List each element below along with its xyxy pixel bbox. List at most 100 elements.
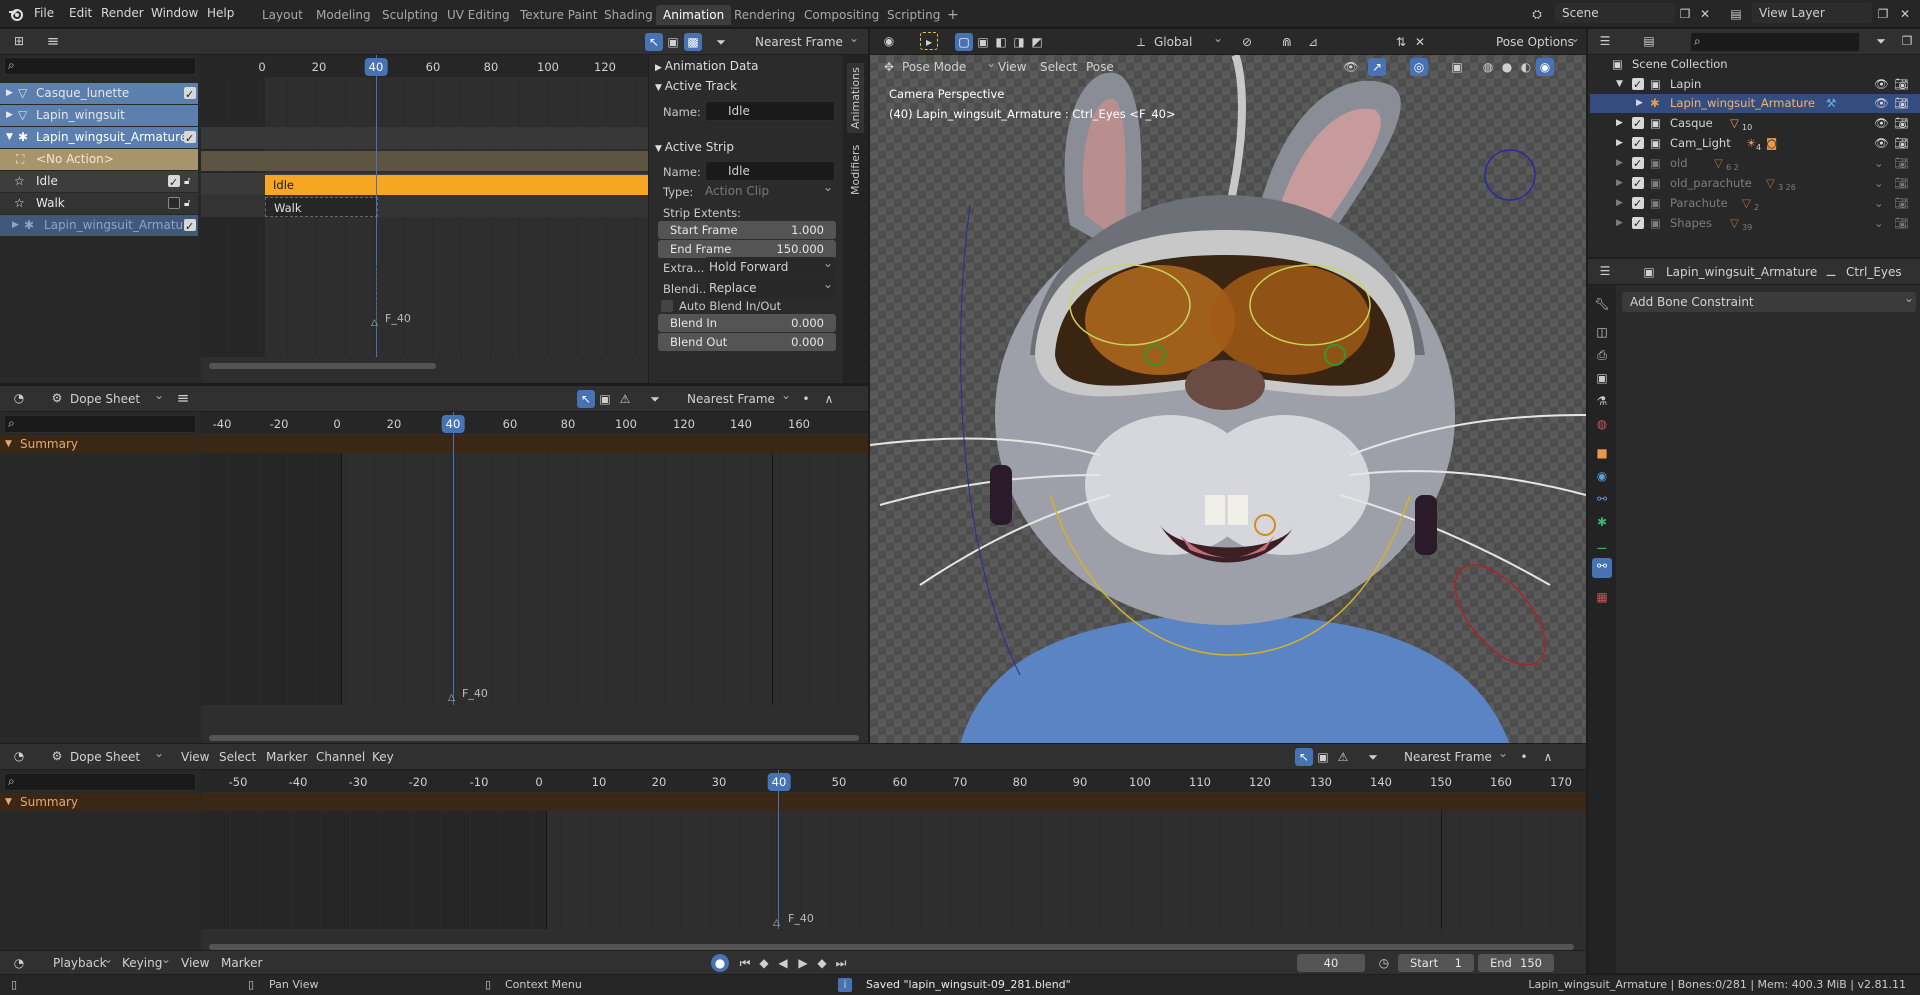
current-frame-indicator[interactable]: 40 — [767, 773, 791, 791]
constraints-tab-icon[interactable]: ⚯ — [1594, 491, 1610, 507]
lock-icon[interactable]: 🔓︎ — [184, 171, 190, 192]
dopesheet-snap-dropdown[interactable]: Nearest Frame — [1400, 743, 1510, 767]
add-workspace-button[interactable]: + — [940, 5, 966, 25]
view-layer-tab-icon[interactable]: ▣ — [1594, 370, 1610, 386]
tab-uv-editing[interactable]: UV Editing — [440, 5, 517, 25]
nla-track-walk[interactable]: ☆ Walk 🔓︎ — [0, 193, 198, 214]
outliner-item-parachute[interactable]: ▶▣Parachute▽2⌄📷︎ — [1590, 194, 1920, 213]
only-errors-icon[interactable]: ⚠ — [1334, 748, 1352, 766]
scene-icon[interactable]: ⛭ — [1528, 5, 1546, 23]
nla-strip-area[interactable]: Idle Walk △ F_40 — [201, 55, 648, 383]
panel-active-track[interactable]: ▼ Active Track — [655, 79, 737, 93]
filter-icon[interactable]: ⏷ — [646, 390, 664, 408]
menu-help[interactable]: Help — [207, 6, 234, 20]
eye-icon[interactable]: 👁︎ — [1874, 94, 1889, 113]
camera-icon[interactable]: 📷︎ — [1894, 154, 1909, 173]
render-tab-icon[interactable]: ◫ — [1594, 324, 1610, 340]
show-hidden-icon[interactable]: ▣ — [1314, 748, 1332, 766]
show-hidden-icon[interactable]: ▣ — [596, 390, 614, 408]
proportional-icon[interactable]: • — [797, 390, 815, 408]
outliner-scene-collection[interactable]: ▣ Scene Collection — [1590, 55, 1920, 74]
track-mute-checkbox[interactable] — [168, 197, 180, 209]
falloff-icon[interactable]: ∧ — [820, 390, 838, 408]
editor-type-icon[interactable]: ☰ — [1596, 32, 1614, 50]
delete-view-layer-icon[interactable]: ✕ — [1896, 5, 1914, 23]
jump-keyframe-forward-icon[interactable]: ◆ — [813, 954, 831, 972]
armature-tab-icon[interactable]: ✱ — [1594, 514, 1610, 530]
clock-icon[interactable]: ◷ — [1375, 954, 1393, 972]
extrapolation-dropdown[interactable]: Hold Forward — [705, 253, 835, 277]
nla-scrollbar[interactable] — [209, 363, 436, 369]
play-reverse-icon[interactable]: ◀ — [774, 954, 792, 972]
blender-logo-icon[interactable] — [8, 6, 24, 22]
snap-icon[interactable]: ⋒ — [1278, 33, 1296, 51]
camera-icon[interactable]: 📷︎ — [1894, 174, 1909, 193]
solid-shading-icon[interactable]: ● — [1498, 58, 1516, 76]
expand-arrow-icon[interactable]: ▶ — [12, 215, 19, 236]
editor-type-icon[interactable]: ◔ — [10, 747, 28, 765]
tab-animations[interactable]: Animations — [847, 63, 864, 133]
nla-channel-no-action[interactable]: ⛶ <No Action> — [0, 149, 198, 170]
tab-compositing[interactable]: Compositing — [797, 5, 886, 25]
dopesheet-key-area[interactable]: △ F_40 — [201, 412, 868, 743]
visibility-icon[interactable]: 👁︎ — [1342, 58, 1360, 76]
tab-texture-paint[interactable]: Texture Paint — [513, 5, 604, 25]
dopesheet-mode-dropdown[interactable]: Dope Sheet — [66, 743, 166, 767]
nla-channel-armature[interactable]: ▼ ✱ Lapin_wingsuit_Armature — [0, 127, 198, 149]
selection-mode-invert-icon[interactable]: ◨ — [1010, 33, 1028, 51]
dopesheet-key-area[interactable]: △ F_40 — [201, 770, 1586, 958]
include-checkbox[interactable] — [1632, 174, 1644, 193]
include-checkbox[interactable] — [1632, 134, 1644, 153]
nla-strip-idle[interactable]: Idle — [265, 175, 648, 195]
camera-icon[interactable]: 📷︎ — [1894, 134, 1909, 153]
dopesheet-search-input[interactable] — [4, 415, 196, 433]
end-frame-field[interactable]: End 150 — [1478, 954, 1554, 972]
editor-type-icon[interactable]: ☰ — [1596, 262, 1614, 280]
current-frame-indicator[interactable]: 40 — [364, 58, 388, 76]
collapse-arrow-icon[interactable]: ▼ — [6, 127, 13, 148]
new-view-layer-icon[interactable]: ❐ — [1874, 5, 1892, 23]
only-selected-icon[interactable]: ↖ — [577, 390, 595, 408]
menu-key[interactable]: Key — [372, 747, 394, 767]
proportional-edit-icon[interactable]: ⊿ — [1304, 33, 1322, 51]
menu-select[interactable]: Select — [1040, 57, 1077, 77]
view-layer-field[interactable]: View Layer — [1752, 3, 1872, 23]
expand-arrow-icon[interactable]: ▶ — [1616, 214, 1623, 233]
clear-icon[interactable]: ✕ — [1411, 33, 1429, 51]
editor-type-icon[interactable]: ◉ — [880, 32, 898, 50]
box-select-icon[interactable]: ▣ — [664, 33, 682, 51]
include-checkbox[interactable] — [1632, 154, 1644, 173]
tab-shading[interactable]: Shading — [597, 5, 660, 25]
include-checkbox[interactable] — [1632, 194, 1644, 213]
marker-triangle-icon[interactable]: △ — [448, 693, 455, 703]
orientation-dropdown[interactable]: Global — [1150, 29, 1225, 52]
blending-dropdown[interactable]: Replace — [705, 274, 835, 298]
marker-triangle-icon[interactable]: △ — [773, 918, 780, 928]
camera-icon[interactable]: 📷︎ — [1894, 94, 1909, 113]
marker-triangle-icon[interactable]: △ — [371, 318, 378, 328]
eye-closed-icon[interactable]: ⌄ — [1874, 194, 1884, 213]
select-box-icon[interactable]: ▸ — [920, 32, 938, 50]
strip-name-field[interactable]: Idle — [705, 161, 835, 181]
view-layer-icon[interactable]: ▤ — [1727, 5, 1745, 23]
output-tab-icon[interactable]: ⎙ — [1594, 347, 1610, 363]
start-frame-field[interactable]: Start 1 — [1398, 954, 1474, 972]
rendered-shading-icon[interactable]: ◉ — [1536, 58, 1554, 76]
start-frame-field[interactable]: Start Frame 1.000 — [658, 221, 836, 239]
world-tab-icon[interactable]: ◍ — [1594, 416, 1610, 432]
summary-channel[interactable]: ▼ Summary — [0, 793, 200, 811]
menu-select[interactable]: Select — [219, 747, 256, 767]
menu-edit[interactable]: Edit — [69, 6, 92, 20]
expand-arrow-icon[interactable]: ▶ — [1616, 174, 1623, 193]
outliner-item-armature[interactable]: ▶ ✱ Lapin_wingsuit_Armature ⚒ 👁︎ 📷︎ — [1590, 94, 1920, 113]
only-errors-icon[interactable]: ⚠ — [616, 390, 634, 408]
selection-mode-subtract-icon[interactable]: ◧ — [992, 33, 1010, 51]
tab-sculpting[interactable]: Sculpting — [375, 5, 445, 25]
keying-menu[interactable]: Keying — [118, 949, 173, 973]
menu-channel[interactable]: Channel — [316, 747, 365, 767]
object-tab-icon[interactable]: ■ — [1594, 445, 1610, 461]
scene-name-field[interactable]: Scene — [1555, 3, 1675, 23]
dopesheet-snap-dropdown[interactable]: Nearest Frame — [683, 385, 793, 409]
outliner-item-shapes[interactable]: ▶ ▣ Shapes ▽39 ⌄ 📷︎ — [1590, 214, 1920, 233]
playback-menu[interactable]: Playback — [49, 949, 115, 973]
